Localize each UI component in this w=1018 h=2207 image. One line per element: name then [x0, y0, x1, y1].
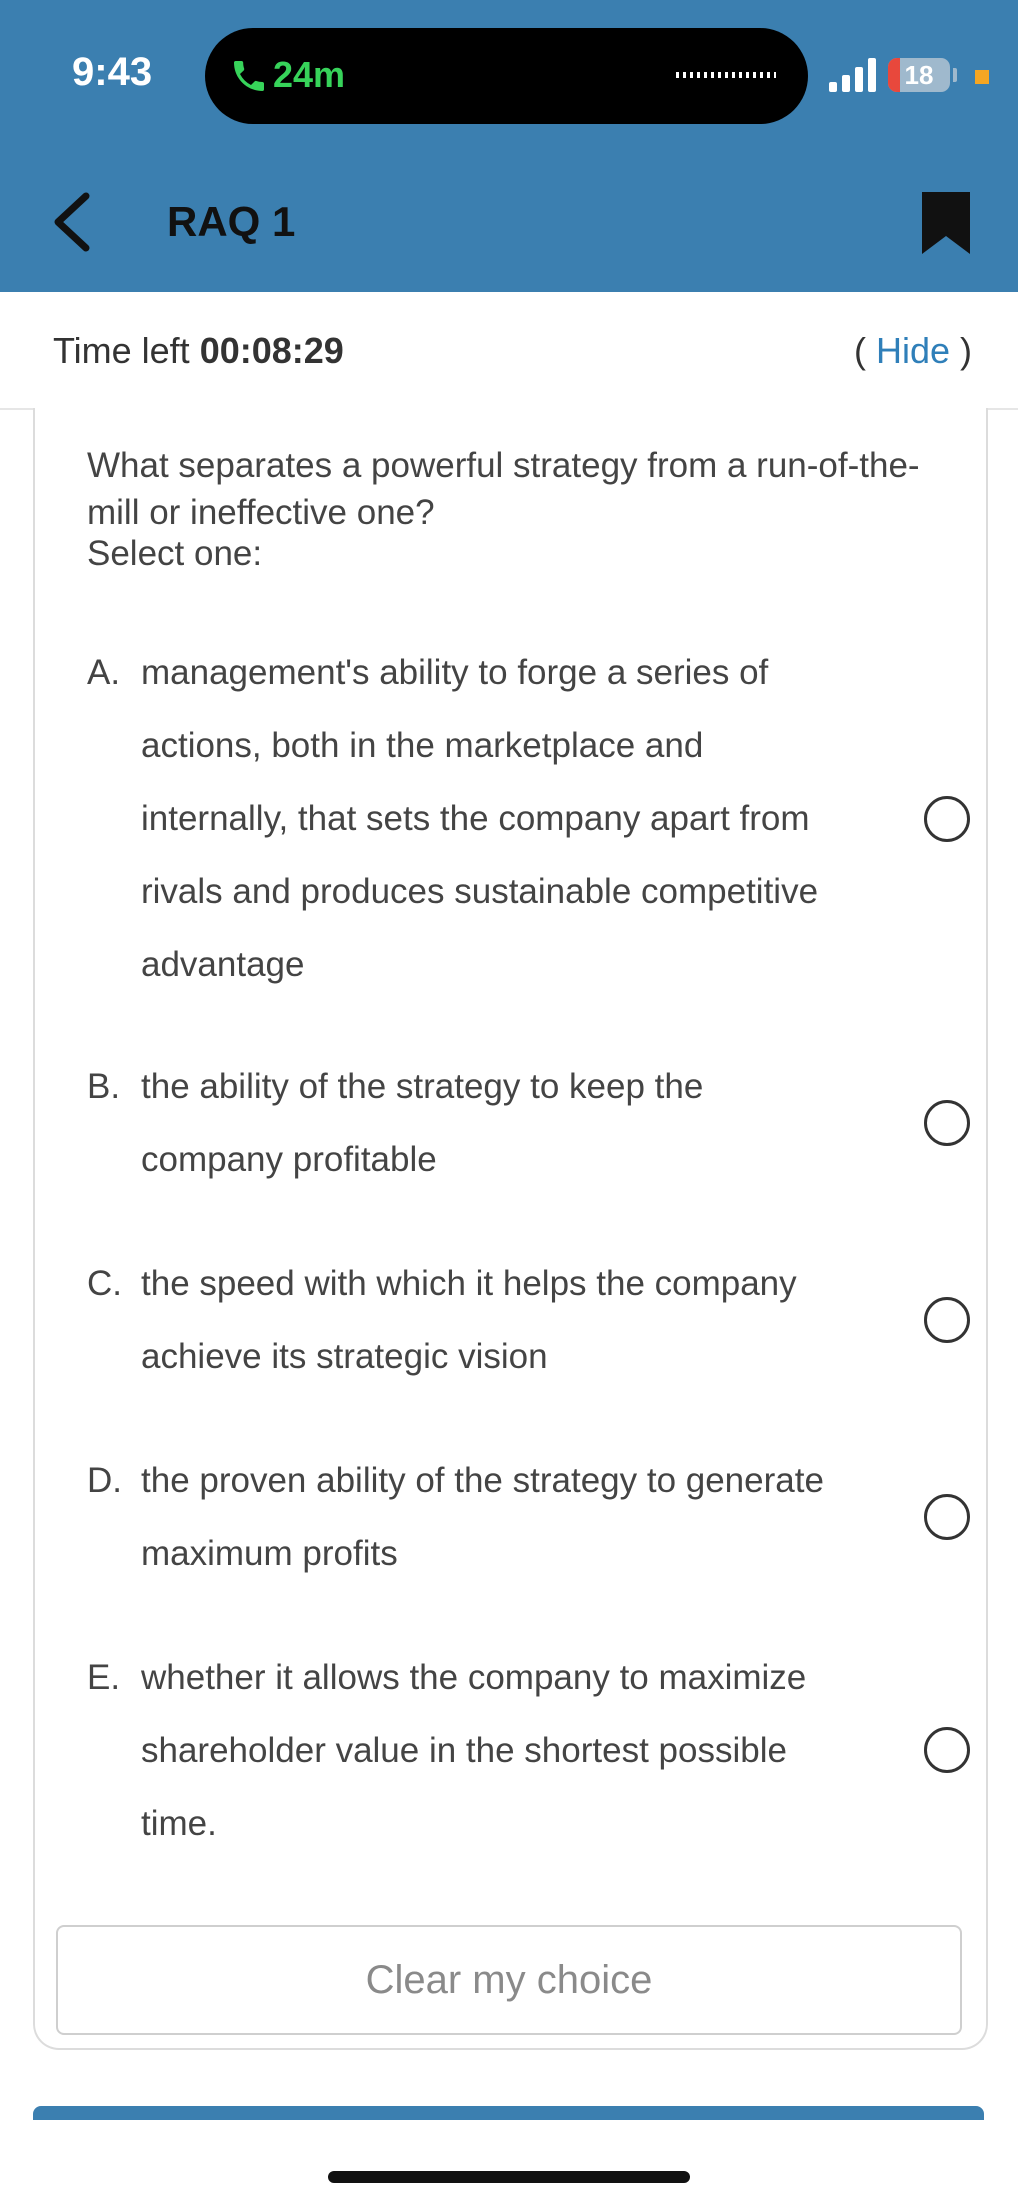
- radio-button[interactable]: [924, 1494, 970, 1540]
- clear-choice-button[interactable]: Clear my choice: [56, 1925, 962, 2035]
- time-left-value: 00:08:29: [199, 330, 344, 371]
- time-left: Time left 00:08:29: [53, 330, 344, 372]
- option-text: whether it allows the company to maximiz…: [141, 1658, 807, 1843]
- option-letter: E.: [87, 1658, 121, 1697]
- cellular-signal-icon: [829, 58, 876, 92]
- call-duration: 24m: [273, 54, 346, 95]
- answer-option-d[interactable]: D. the proven ability of the strategy to…: [87, 1444, 970, 1590]
- option-text: the ability of the strategy to keep the …: [141, 1067, 704, 1179]
- next-section-header: [33, 2106, 984, 2120]
- home-indicator[interactable]: [328, 2171, 690, 2183]
- hide-close-paren: ): [950, 330, 972, 371]
- option-letter: C.: [87, 1264, 122, 1303]
- answer-option-b[interactable]: B. the ability of the strategy to keep t…: [87, 1050, 970, 1196]
- timer-bar: Time left 00:08:29 ( Hide ): [0, 292, 1018, 410]
- radio-button[interactable]: [924, 1100, 970, 1146]
- battery-terminal: [953, 68, 957, 82]
- battery-level: 18: [904, 60, 934, 90]
- page-title: RAQ 1: [167, 198, 296, 245]
- time-left-label: Time left: [53, 330, 200, 371]
- top-app-bar: 9:43 24m 18 RAQ 1: [0, 0, 1018, 292]
- answer-option-c[interactable]: C. the speed with which it helps the com…: [87, 1247, 970, 1393]
- recording-indicator-icon: [975, 70, 989, 84]
- status-time: 9:43: [72, 50, 153, 94]
- phone-icon: [234, 61, 264, 91]
- radio-button[interactable]: [924, 1297, 970, 1343]
- question-instruction: Select one:: [87, 534, 263, 573]
- hide-open-paren: (: [853, 330, 876, 371]
- option-letter: D.: [87, 1461, 122, 1500]
- answer-option-e[interactable]: E. whether it allows the company to maxi…: [87, 1641, 970, 1860]
- radio-button[interactable]: [924, 1727, 970, 1773]
- chevron-left-icon[interactable]: [48, 190, 98, 254]
- dynamic-island-indicator: [676, 72, 776, 78]
- option-letter: B.: [87, 1067, 121, 1106]
- option-text: the proven ability of the strategy to ge…: [141, 1461, 824, 1573]
- active-call-pill[interactable]: 24m: [205, 28, 808, 124]
- hide-timer-control: ( Hide ): [854, 330, 972, 372]
- option-text: the speed with which it helps the compan…: [141, 1264, 797, 1376]
- option-text: management's ability to forge a series o…: [141, 653, 819, 984]
- radio-button[interactable]: [924, 796, 970, 842]
- question-text: What separates a powerful strategy from …: [87, 446, 920, 532]
- question-card: What separates a powerful strategy from …: [33, 408, 988, 2050]
- bookmark-icon[interactable]: [922, 192, 970, 254]
- option-letter: A.: [87, 653, 121, 692]
- battery-icon: 18: [888, 58, 950, 92]
- answer-option-a[interactable]: A. management's ability to forge a serie…: [87, 636, 970, 1001]
- hide-timer-link[interactable]: Hide: [876, 330, 950, 371]
